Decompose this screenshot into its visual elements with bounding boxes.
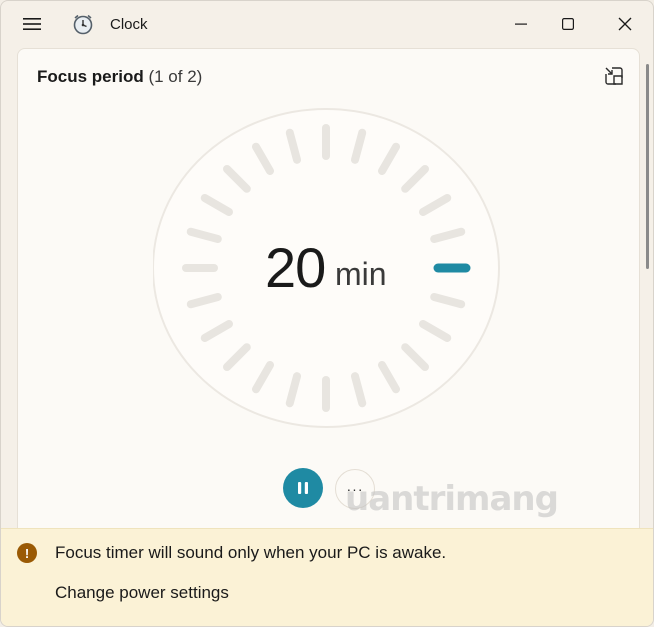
- clock-app-icon: [72, 13, 94, 35]
- scrollbar[interactable]: [646, 64, 649, 269]
- window-title: Clock: [110, 16, 148, 33]
- minimize-icon[interactable]: [499, 9, 543, 39]
- pause-icon: [298, 482, 308, 494]
- close-icon[interactable]: [603, 9, 647, 39]
- change-power-settings-link[interactable]: Change power settings: [55, 583, 229, 603]
- watermark: uantrimang: [345, 479, 559, 519]
- compact-overlay-icon[interactable]: [601, 63, 627, 89]
- time-remaining-value: 20: [265, 236, 326, 299]
- title-bar: Clock: [1, 1, 653, 47]
- time-remaining-unit: min: [335, 256, 387, 292]
- clock-window: Clock Focus period (1 of 2) 20 min ··· u…: [0, 0, 654, 627]
- pause-button[interactable]: [283, 468, 323, 508]
- hamburger-icon[interactable]: [19, 13, 45, 35]
- warning-icon: !: [17, 543, 37, 563]
- banner-message: Focus timer will sound only when your PC…: [55, 543, 447, 562]
- focus-period-label: Focus period: [37, 67, 144, 86]
- focus-period-count: (1 of 2): [148, 67, 203, 86]
- focus-timer-dial: [153, 108, 500, 428]
- maximize-icon[interactable]: [546, 9, 590, 39]
- focus-period-title: Focus period (1 of 2): [37, 67, 202, 87]
